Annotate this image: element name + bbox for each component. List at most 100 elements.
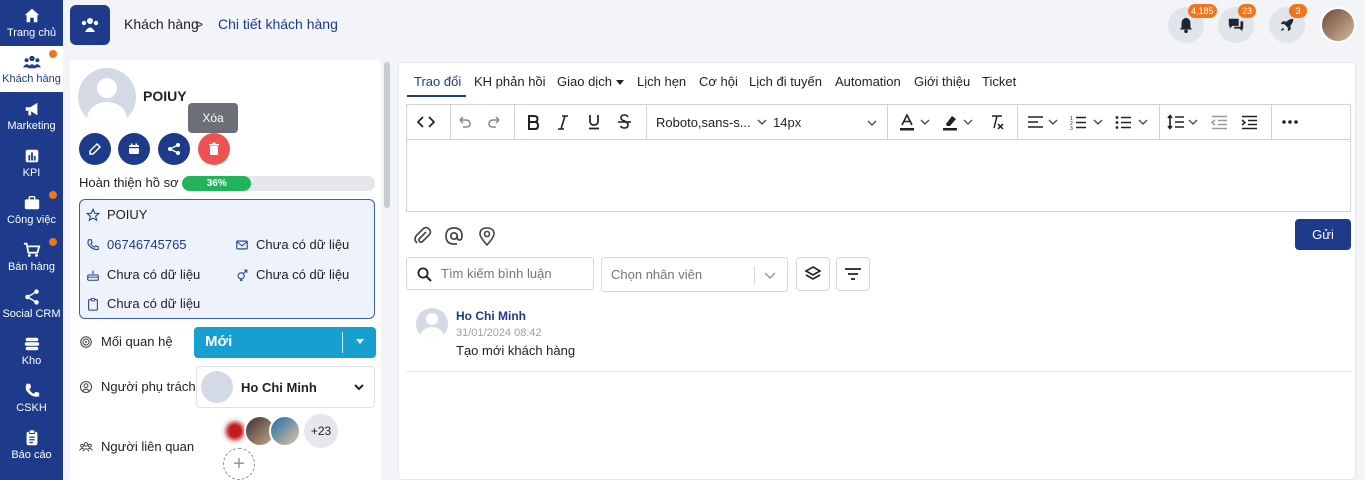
undo-icon [459, 116, 471, 128]
font-family-select[interactable]: Roboto,sans-s... [656, 113, 767, 131]
sidebar-item-marketing[interactable]: Marketing [0, 93, 63, 139]
schedule-button[interactable] [118, 133, 150, 165]
sidebar-item-kpi[interactable]: KPI [0, 140, 63, 186]
highlighter-icon [943, 115, 957, 130]
tab-automation[interactable]: Automation [835, 74, 901, 89]
add-related-button[interactable]: + [223, 448, 255, 480]
user-avatar[interactable] [1320, 7, 1356, 43]
filter-button[interactable] [836, 257, 870, 291]
breadcrumb-root[interactable]: Khách hàng [124, 16, 199, 32]
sidebar-item-sales[interactable]: Bán hàng [0, 234, 63, 280]
customer-avatar [78, 68, 136, 126]
home-icon [24, 8, 39, 23]
search-icon [417, 267, 432, 282]
editor-content-area[interactable] [407, 141, 1350, 211]
bullet-list-button[interactable] [1115, 113, 1148, 131]
code-view-button[interactable] [417, 113, 435, 131]
font-size-select[interactable]: 14px [773, 113, 801, 131]
delete-button[interactable] [198, 133, 230, 165]
staff-select[interactable] [601, 257, 788, 292]
strikethrough-button[interactable] [617, 113, 632, 131]
notification-dot [49, 238, 57, 246]
underline-button[interactable] [587, 113, 601, 131]
sidebar-item-home[interactable]: Trang chủ [0, 0, 63, 46]
bold-icon [528, 114, 539, 130]
notifications-button[interactable]: 4,185 [1168, 4, 1217, 43]
share-button[interactable] [158, 133, 190, 165]
tab-trao-doi[interactable]: Trao đổi [414, 74, 461, 89]
tab-kh-phan-hoi[interactable]: KH phản hồi [474, 74, 546, 89]
redo-button[interactable] [487, 113, 503, 131]
filter-icon [845, 268, 861, 280]
phone-icon [87, 238, 99, 250]
related-more-count[interactable]: +23 [304, 414, 338, 448]
highlight-button[interactable] [942, 113, 973, 131]
editor-toolbar: Roboto,sans-s... 14px 123 [407, 105, 1350, 140]
chevron-down-icon [764, 272, 776, 280]
text-color-button[interactable] [899, 113, 930, 131]
comment-author[interactable]: Ho Chi Minh [456, 309, 526, 323]
outdent-button[interactable] [1211, 113, 1228, 131]
toolbar-divider [887, 105, 888, 140]
sidebar-item-reports[interactable]: Báo cáo [0, 422, 63, 468]
mention-icon[interactable] [444, 226, 464, 246]
tab-ticket[interactable]: Ticket [982, 74, 1016, 89]
line-height-button[interactable] [1167, 113, 1198, 131]
sidebar-item-warehouse[interactable]: Kho [0, 328, 63, 374]
caret-down-icon [356, 339, 364, 344]
star-icon [86, 207, 100, 221]
tab-giao-dich[interactable]: Giao dịch [557, 74, 624, 89]
related-avatar[interactable] [269, 415, 301, 447]
owner-label: Người phụ trách [101, 379, 196, 394]
share-icon [24, 289, 39, 305]
info-name-row: POIUY [86, 207, 147, 222]
calendar-icon [129, 143, 139, 154]
megaphone-icon [25, 102, 37, 116]
sidebar-item-cskh[interactable]: CSKH [0, 375, 63, 421]
italic-button[interactable] [557, 113, 569, 131]
breadcrumb-current: Chi tiết khách hàng [218, 16, 338, 32]
owner-select[interactable]: Ho Chi Minh [196, 366, 375, 408]
module-menu-button[interactable] [70, 5, 110, 45]
location-pin-icon[interactable] [477, 226, 497, 246]
tab-co-hoi[interactable]: Cơ hội [699, 74, 738, 89]
left-scrollbar[interactable] [383, 60, 391, 480]
tab-lich-hen[interactable]: Lịch hẹn [637, 74, 686, 89]
profile-progress-fill: 36% [182, 176, 252, 191]
paperclip-icon[interactable] [413, 226, 433, 246]
send-button[interactable]: Gửi [1295, 219, 1351, 250]
info-phone-row[interactable]: 06746745765 [86, 237, 187, 252]
tab-lich-di-tuyen[interactable]: Lịch đi tuyến [749, 74, 822, 89]
sidebar-item-tasks[interactable]: Công việc [0, 187, 63, 233]
messages-button[interactable]: 23 [1218, 4, 1256, 43]
tab-gioi-thieu[interactable]: Giới thiệu [914, 74, 970, 89]
bold-button[interactable] [527, 113, 539, 131]
staff-select-input[interactable] [611, 267, 751, 282]
svg-text:3: 3 [1070, 126, 1073, 130]
more-horizontal-icon [1282, 120, 1298, 124]
sidebar-item-customers[interactable]: Khách hàng [0, 46, 63, 92]
clear-format-button[interactable] [989, 113, 1005, 131]
scrollbar-thumb[interactable] [384, 62, 390, 208]
ordered-list-button[interactable]: 123 [1070, 113, 1103, 131]
indent-button[interactable] [1241, 113, 1258, 131]
bullet-list-icon [1115, 115, 1131, 129]
align-button[interactable] [1027, 113, 1058, 131]
undo-button[interactable] [456, 113, 472, 131]
top-bar: Khách hàng > Chi tiết khách hàng 4,185 2… [63, 0, 1365, 50]
relationship-dropdown[interactable]: Mới [194, 327, 376, 358]
rocket-button[interactable]: 3 [1269, 4, 1307, 43]
chat-icon [1228, 18, 1244, 32]
sidebar: Trang chủ Khách hàng Marketing KPI Công … [0, 0, 63, 480]
pencil-icon [89, 142, 102, 155]
layers-button[interactable] [796, 257, 830, 291]
notification-dot [49, 191, 57, 199]
edit-button[interactable] [79, 133, 111, 165]
info-note-row: Chưa có dữ liệu [86, 296, 200, 311]
more-options-button[interactable] [1282, 113, 1298, 131]
search-input[interactable] [441, 266, 589, 281]
briefcase-icon [24, 196, 39, 210]
sidebar-item-social-crm[interactable]: Social CRM [0, 281, 63, 327]
gender-icon [237, 269, 248, 281]
user-circle-icon [79, 380, 93, 393]
